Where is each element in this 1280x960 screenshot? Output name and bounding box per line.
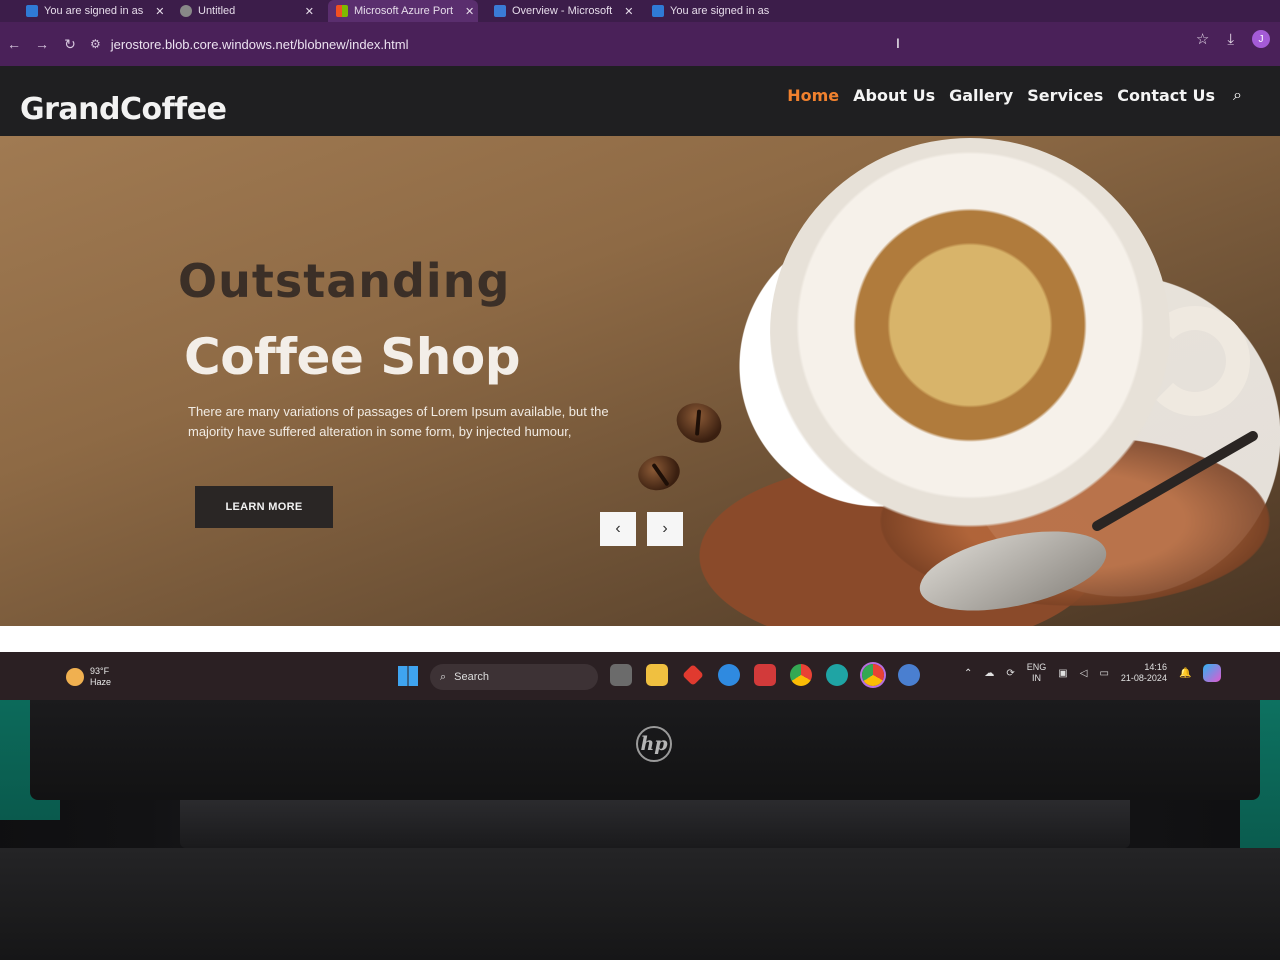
- pinned-apps: [610, 664, 920, 686]
- text-cursor-icon: I: [896, 35, 900, 51]
- download-icon[interactable]: ⤓: [1227, 31, 1234, 48]
- tab-label: Overview - Microsoft: [512, 5, 613, 17]
- browser-tab[interactable]: You are signed in as ✕: [18, 0, 168, 22]
- carousel-next-button[interactable]: ›: [647, 512, 683, 546]
- site-nav: Home About Us Gallery Services Contact U…: [787, 86, 1242, 105]
- browser-tab[interactable]: Overview - Microsoft ✕: [486, 0, 636, 22]
- close-icon[interactable]: ✕: [155, 5, 164, 18]
- tab-label: You are signed in as: [670, 5, 770, 17]
- chevron-up-icon[interactable]: ⌃: [964, 668, 972, 679]
- browser-tab-strip: You are signed in as ✕ Untitled ✕ Micros…: [0, 0, 1280, 22]
- task-view-icon[interactable]: [610, 664, 632, 686]
- close-icon[interactable]: ✕: [624, 5, 633, 18]
- onedrive-cloud-icon[interactable]: ☁: [984, 668, 994, 679]
- nav-link-gallery[interactable]: Gallery: [949, 86, 1013, 105]
- coffee-bean-image: [634, 451, 684, 495]
- learn-more-button[interactable]: LEARN MORE: [195, 486, 333, 528]
- hero-title: Coffee Shop: [184, 328, 521, 386]
- browser-tab[interactable]: Untitled ✕: [172, 0, 322, 22]
- os-taskbar: 93°F Haze ⌕ Search ⌃ ☁ ⟳ ENG IN ▣ ◁ ▭ 14…: [0, 652, 1280, 700]
- tab-label: You are signed in as: [44, 5, 144, 17]
- search-icon: ⌕: [440, 670, 447, 683]
- site-brand-logo[interactable]: GrandCoffee: [20, 92, 227, 127]
- tab-favicon-icon: [180, 5, 192, 17]
- browser-toolbar: ← → ↻ ⚙ jerostore.blob.core.windows.net/…: [0, 22, 1280, 66]
- volume-icon[interactable]: ◁: [1080, 668, 1088, 679]
- hero-banner: Outstanding Coffee Shop There are many v…: [0, 136, 1280, 626]
- edge-dev-icon[interactable]: [826, 664, 848, 686]
- browser-tab[interactable]: You are signed in as: [644, 0, 794, 22]
- settings-gear-icon[interactable]: [898, 664, 920, 686]
- system-tray: ⌃ ☁ ⟳ ENG IN ▣ ◁ ▭ 14:16 21-08-2024 🔔: [964, 662, 1222, 684]
- clock-date: 21-08-2024: [1120, 673, 1167, 683]
- weather-haze-icon: [66, 668, 84, 686]
- search-icon[interactable]: ⌕: [1233, 87, 1242, 105]
- weather-text: 93°F Haze: [90, 666, 111, 688]
- tab-label: Microsoft Azure Port: [354, 5, 454, 17]
- chevron-left-icon: ‹: [615, 520, 621, 537]
- lang-code: ENG: [1026, 662, 1047, 672]
- lang-region: IN: [1032, 673, 1042, 683]
- file-explorer-icon[interactable]: [646, 664, 668, 686]
- profile-avatar[interactable]: J: [1252, 30, 1270, 48]
- bookmark-star-icon[interactable]: ☆: [1196, 30, 1209, 48]
- carousel-prev-button[interactable]: ‹: [600, 512, 636, 546]
- nav-link-services[interactable]: Services: [1027, 86, 1103, 105]
- laptop-hinge: [180, 800, 1130, 848]
- tab-favicon-icon: [652, 5, 664, 17]
- sync-icon[interactable]: ⟳: [1006, 668, 1014, 679]
- hero-coffee-cup-image: [770, 138, 1170, 528]
- chrome-icon[interactable]: [790, 664, 812, 686]
- weather-desc: Haze: [90, 677, 112, 687]
- site-settings-icon[interactable]: ⚙: [90, 37, 101, 51]
- taskbar-search-placeholder: Search: [454, 671, 490, 683]
- microsoft-logo-icon: [336, 5, 348, 17]
- laptop-screen: You are signed in as ✕ Untitled ✕ Micros…: [0, 0, 1280, 700]
- hp-logo-icon: hp: [636, 726, 672, 762]
- windows-start-icon[interactable]: [398, 666, 418, 686]
- nav-link-contact-us[interactable]: Contact Us: [1117, 86, 1215, 105]
- battery-icon[interactable]: ▭: [1099, 668, 1108, 679]
- clock-time: 14:16: [1144, 662, 1167, 672]
- weather-temp: 93°F: [90, 666, 110, 676]
- nav-link-home[interactable]: Home: [787, 86, 839, 105]
- taskbar-search[interactable]: ⌕ Search: [430, 664, 598, 690]
- taskbar-clock[interactable]: 14:16 21-08-2024: [1121, 662, 1167, 684]
- coffee-bean-image: [670, 396, 728, 450]
- edge-browser-icon[interactable]: [718, 664, 740, 686]
- copilot-icon[interactable]: [1203, 664, 1222, 682]
- mcafee-icon[interactable]: [754, 664, 776, 686]
- back-arrow-icon[interactable]: ←: [0, 30, 28, 58]
- azure-logo-icon: [494, 5, 506, 17]
- toolbar-actions: ☆ ⤓ J: [1196, 30, 1270, 48]
- chrome-profile-icon[interactable]: [862, 664, 884, 686]
- close-icon[interactable]: ✕: [465, 5, 474, 18]
- browser-tab-active[interactable]: Microsoft Azure Port ✕: [328, 0, 478, 22]
- close-icon[interactable]: ✕: [305, 5, 314, 18]
- network-icon[interactable]: ▣: [1058, 668, 1067, 679]
- address-bar[interactable]: ⚙ jerostore.blob.core.windows.net/blobne…: [90, 29, 1200, 59]
- chevron-right-icon: ›: [662, 520, 668, 537]
- hero-kicker: Outstanding: [178, 254, 511, 308]
- language-indicator[interactable]: ENG IN: [1027, 662, 1047, 684]
- notification-bell-icon[interactable]: 🔔: [1179, 668, 1191, 679]
- tab-favicon-icon: [26, 5, 38, 17]
- nav-link-about-us[interactable]: About Us: [853, 86, 935, 105]
- tab-label: Untitled: [198, 5, 236, 17]
- site-header: GrandCoffee Home About Us Gallery Servic…: [0, 66, 1280, 136]
- reload-icon[interactable]: ↻: [56, 30, 84, 58]
- hero-description: There are many variations of passages of…: [188, 404, 609, 439]
- weather-widget[interactable]: 93°F Haze: [66, 666, 111, 688]
- forward-arrow-icon[interactable]: →: [28, 30, 56, 58]
- keyboard-deck: [0, 848, 1280, 960]
- app-red-diamond-icon[interactable]: [682, 664, 704, 686]
- address-bar-url[interactable]: jerostore.blob.core.windows.net/blobnew/…: [111, 37, 409, 52]
